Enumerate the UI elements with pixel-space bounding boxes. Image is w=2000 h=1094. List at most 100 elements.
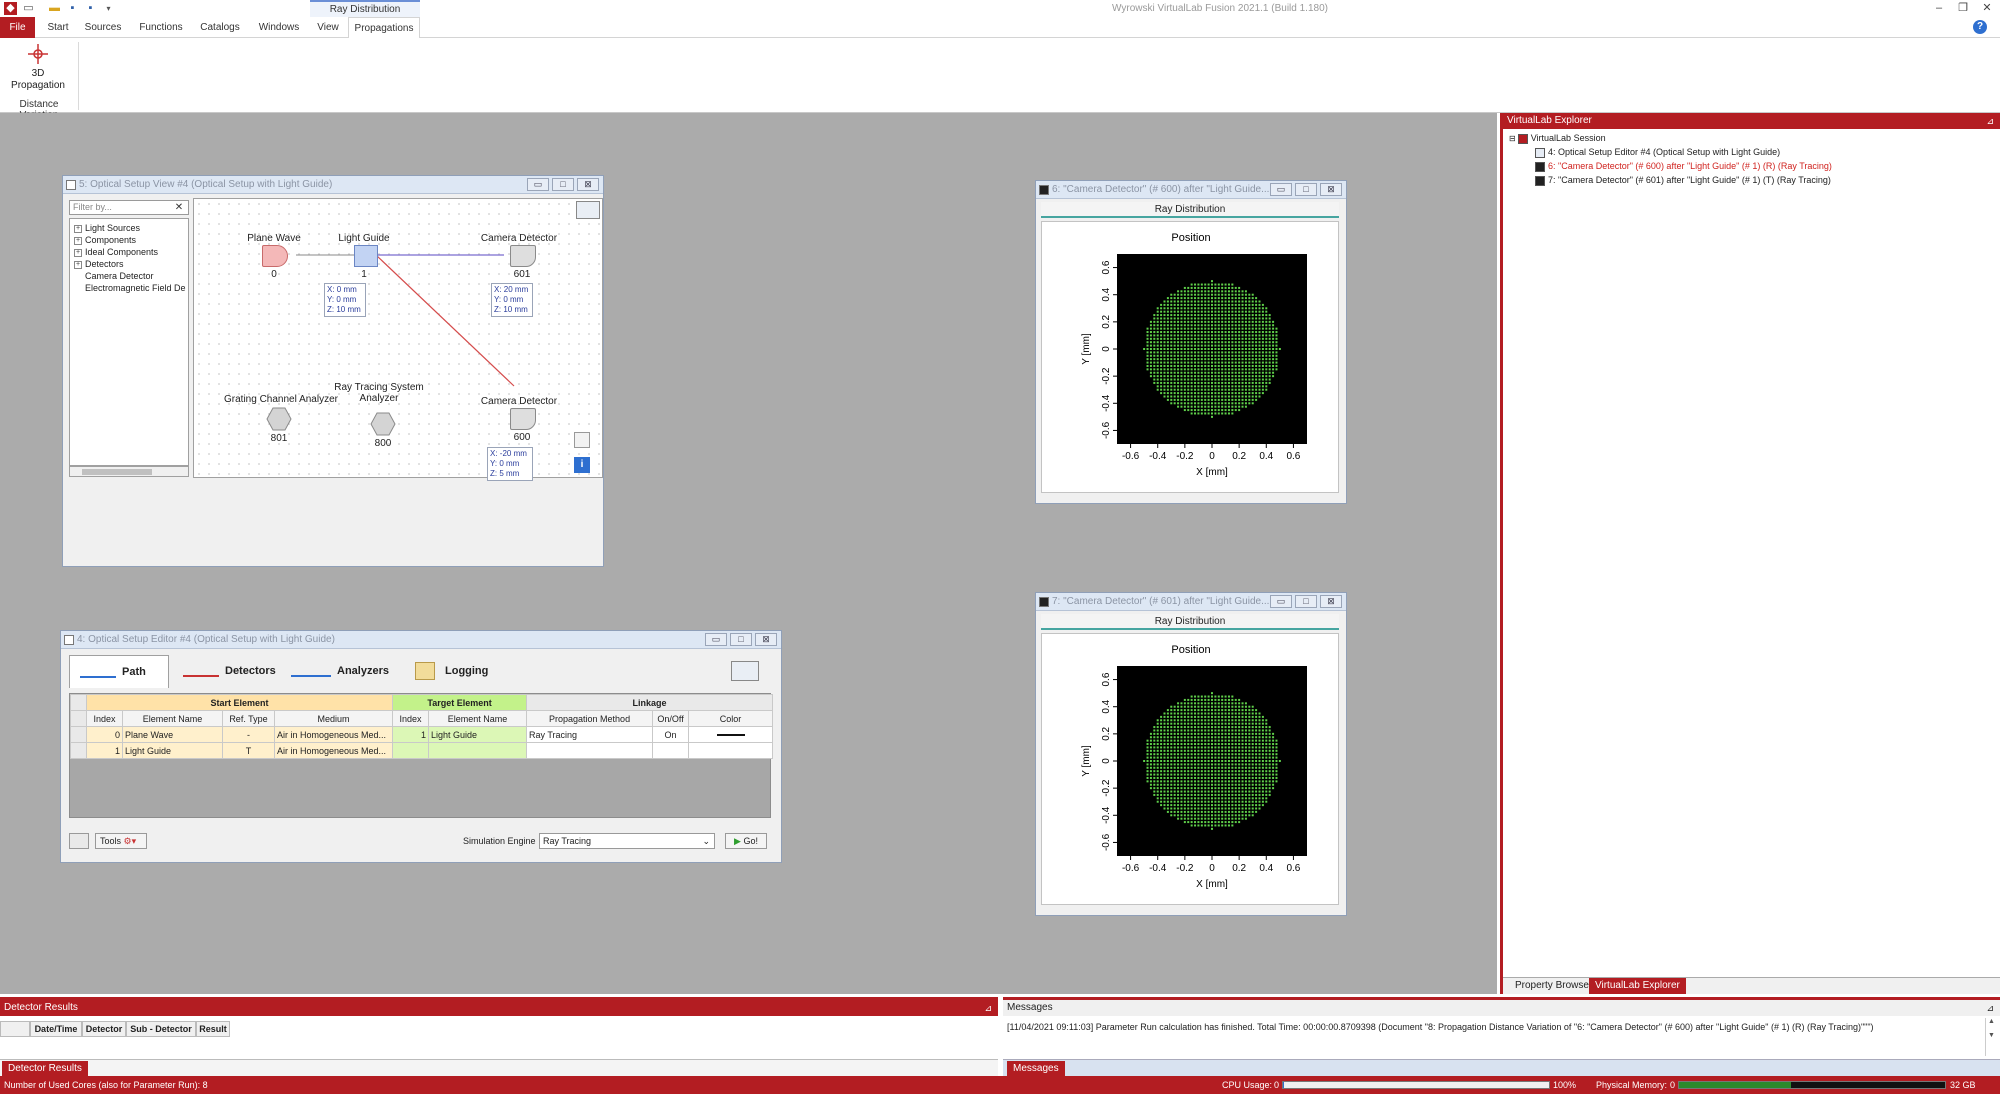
quick-access-dropdown-icon[interactable]: ▾ (102, 2, 115, 15)
table-cell[interactable] (688, 742, 774, 759)
canvas-layout-icon[interactable] (576, 201, 600, 219)
tab-detectors[interactable]: Detectors (179, 655, 277, 688)
close-icon[interactable]: ✕ (1976, 0, 1998, 17)
maximize-window-button[interactable]: □ (1295, 595, 1317, 608)
minimize-window-button[interactable]: ▭ (705, 633, 727, 646)
table-row[interactable]: 1 Light Guide T Air in Homogeneous Med..… (70, 742, 774, 759)
tab-analyzers[interactable]: Analyzers (289, 655, 389, 688)
expand-icon[interactable]: + (74, 260, 82, 269)
optical-setup-view-titlebar[interactable]: 5: Optical Setup View #4 (Optical Setup … (63, 176, 603, 194)
minimize-window-button[interactable]: ▭ (1270, 595, 1292, 608)
table-cell[interactable]: 0 (86, 726, 123, 743)
tab-functions[interactable]: Functions (134, 17, 188, 38)
expand-icon[interactable]: + (74, 224, 82, 233)
tab-view[interactable]: View (312, 17, 344, 38)
new-file-icon[interactable]: ▭ (22, 2, 35, 15)
close-window-button[interactable]: ⊠ (1320, 595, 1342, 608)
tab-property-browser[interactable]: Property Browser (1509, 978, 1598, 994)
tab-detector-results[interactable]: Detector Results (2, 1061, 88, 1077)
table-cell[interactable]: Light Guide (428, 726, 528, 743)
tree-item-ideal-components[interactable]: + Ideal Components (74, 246, 158, 258)
column-header[interactable]: Result (196, 1021, 230, 1037)
ray-distribution-window-600[interactable]: 6: "Camera Detector" (# 600) after "Ligh… (1035, 180, 1347, 504)
tab-windows[interactable]: Windows (254, 17, 304, 38)
tab-sources[interactable]: Sources (82, 17, 124, 38)
grating-analyzer-node[interactable] (266, 407, 292, 431)
close-window-button[interactable]: ⊠ (577, 178, 599, 191)
tab-catalogs[interactable]: Catalogs (196, 17, 244, 38)
go-button[interactable]: ▶ Go! (725, 833, 767, 849)
save-all-icon[interactable]: ▪ (84, 2, 97, 15)
column-header[interactable]: Date/Time (30, 1021, 82, 1037)
ray-position-plot[interactable]: Position-0.6-0.6-0.4-0.4-0.2-0.2000.20.2… (1042, 222, 1340, 494)
table-cell[interactable] (526, 742, 654, 759)
maximize-window-button[interactable]: □ (552, 178, 574, 191)
maximize-window-button[interactable]: □ (1295, 183, 1317, 196)
table-cell[interactable] (652, 742, 690, 759)
tab-virtuallab-explorer[interactable]: VirtualLab Explorer (1589, 978, 1686, 994)
minimize-icon[interactable]: – (1928, 0, 1950, 17)
scrollbar-thumb[interactable] (82, 469, 152, 475)
restore-icon[interactable]: ❐ (1952, 0, 1974, 17)
ray-distribution-tab[interactable]: Ray Distribution (1041, 202, 1339, 218)
table-cell[interactable]: 1 (86, 742, 123, 759)
camera-601-node[interactable] (510, 245, 536, 267)
table-cell[interactable]: Air in Homogeneous Med... (273, 742, 394, 759)
optical-setup-editor-titlebar[interactable]: 4: Optical Setup Editor #4 (Optical Setu… (61, 631, 781, 649)
explorer-item-editor[interactable]: 4: Optical Setup Editor #4 (Optical Setu… (1535, 146, 1780, 159)
optical-setup-editor-window[interactable]: 4: Optical Setup Editor #4 (Optical Setu… (60, 630, 782, 863)
open-folder-icon[interactable]: ▬ (48, 2, 61, 15)
minimize-window-button[interactable]: ▭ (527, 178, 549, 191)
table-row[interactable]: 0 Plane Wave - Air in Homogeneous Med...… (70, 726, 774, 743)
save-icon[interactable]: ▪ (66, 2, 79, 15)
tools-dropdown-button[interactable]: Tools ⚙▾ (95, 833, 147, 849)
camera-600-node[interactable] (510, 408, 536, 430)
tab-propagations[interactable]: Propagations (348, 17, 420, 39)
messages-scrollbar[interactable]: ▲ ▼ (1985, 1018, 1997, 1056)
document-icon[interactable] (574, 432, 590, 448)
light-guide-node[interactable] (354, 245, 378, 267)
tree-item-detectors[interactable]: + Detectors (74, 258, 124, 270)
ray-window-titlebar[interactable]: 6: "Camera Detector" (# 600) after "Ligh… (1036, 181, 1346, 199)
table-cell[interactable]: On (652, 726, 690, 743)
ray-distribution-window-601[interactable]: 7: "Camera Detector" (# 601) after "Ligh… (1035, 592, 1347, 916)
tab-messages[interactable]: Messages (1007, 1061, 1065, 1077)
tab-path[interactable]: Path (69, 655, 169, 688)
tree-item-light-sources[interactable]: + Light Sources (74, 222, 140, 234)
table-cell[interactable] (392, 742, 430, 759)
close-window-button[interactable]: ⊠ (755, 633, 777, 646)
ray-window-titlebar[interactable]: 7: "Camera Detector" (# 601) after "Ligh… (1036, 593, 1346, 611)
table-cell[interactable]: Plane Wave (122, 726, 223, 743)
collapse-icon[interactable]: ⊟ (1509, 134, 1516, 143)
table-options-icon[interactable] (69, 833, 89, 849)
explorer-item-session[interactable]: ⊟ VirtualLab Session (1509, 132, 1606, 145)
row-selector[interactable] (70, 742, 87, 759)
expand-icon[interactable]: + (74, 248, 82, 257)
ray-tracing-analyzer-node[interactable] (370, 412, 396, 436)
color-cell[interactable] (688, 726, 774, 743)
info-icon[interactable]: i (574, 457, 590, 473)
plane-wave-node[interactable] (262, 245, 288, 267)
expand-icon[interactable]: + (74, 236, 82, 245)
ray-distribution-tab[interactable]: Ray Distribution (1041, 614, 1339, 630)
tree-horizontal-scrollbar[interactable] (69, 466, 189, 477)
tab-file[interactable]: File (0, 17, 35, 38)
table-cell[interactable] (428, 742, 528, 759)
maximize-window-button[interactable]: □ (730, 633, 752, 646)
table-cell[interactable]: T (222, 742, 275, 759)
pin-icon[interactable]: ⊿ (1986, 1000, 1994, 1016)
tree-item-camera-detector[interactable]: Camera Detector (85, 270, 154, 282)
tree-item-em-field-detector[interactable]: Electromagnetic Field De (85, 282, 186, 294)
row-selector[interactable] (70, 726, 87, 743)
optical-setup-view-window[interactable]: 5: Optical Setup View #4 (Optical Setup … (62, 175, 604, 567)
table-cell[interactable]: Ray Tracing (526, 726, 654, 743)
editor-layout-icon[interactable] (731, 661, 759, 681)
ray-position-plot[interactable]: Position-0.6-0.6-0.4-0.4-0.2-0.2000.20.2… (1042, 634, 1340, 906)
tree-item-components[interactable]: + Components (74, 234, 136, 246)
pin-icon[interactable]: ⊿ (984, 1000, 992, 1016)
close-window-button[interactable]: ⊠ (1320, 183, 1342, 196)
tab-start[interactable]: Start (40, 17, 76, 38)
help-icon[interactable]: ? (1973, 20, 1987, 34)
explorer-item-camera-600[interactable]: 6: "Camera Detector" (# 600) after "Ligh… (1535, 160, 1832, 173)
minimize-window-button[interactable]: ▭ (1270, 183, 1292, 196)
